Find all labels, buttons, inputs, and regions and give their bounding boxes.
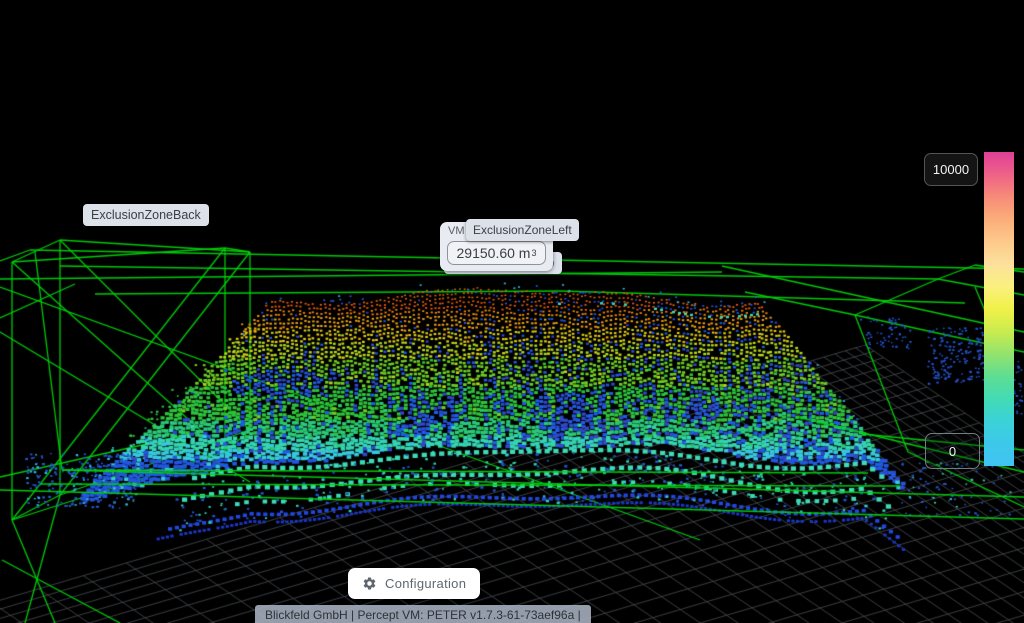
zone-label-back: ExclusionZoneBack (83, 204, 209, 226)
gear-icon (362, 576, 377, 591)
vm-panel-title: VM (448, 225, 465, 237)
footer-version-bar: Blickfeld GmbH | Percept VM: PETER v1.7.… (255, 605, 591, 623)
configuration-button-label: Configuration (385, 576, 466, 591)
configuration-button[interactable]: Configuration (348, 568, 480, 599)
zone-label-left: ExclusionZoneLeft (466, 219, 579, 241)
colorbar-min-label: 0 (925, 433, 980, 469)
percept-app: ExclusionZoneTop ExclusionZoneBack VM 29… (0, 0, 1024, 623)
vm-volume-number: 29150.60 m (457, 245, 531, 261)
colorbar-max-label: 10000 (924, 153, 978, 186)
vm-volume-value: 29150.60 m3 (447, 241, 546, 265)
vm-volume-exponent: 3 (531, 248, 536, 258)
height-colorbar (984, 152, 1014, 466)
pointcloud-viewport[interactable] (0, 0, 1024, 623)
